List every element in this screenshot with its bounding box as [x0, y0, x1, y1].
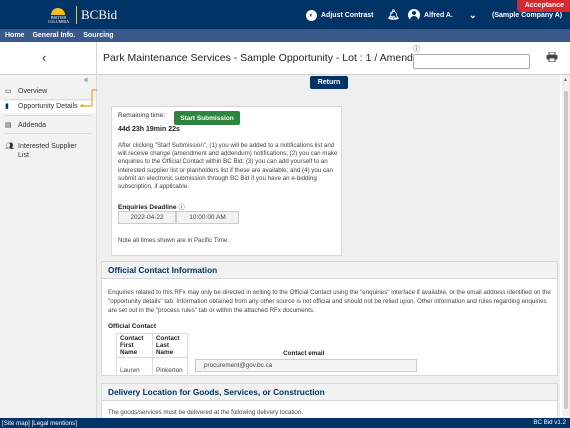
- delivery-location-heading: Delivery Location for Goods, Services, o…: [102, 384, 557, 401]
- search-input[interactable]: [413, 54, 530, 69]
- nav-general-info[interactable]: General Info.: [32, 32, 75, 39]
- bell-icon[interactable]: 🔔︎: [387, 8, 400, 22]
- contact-table: Contact First Name Contact Last Name Con…: [116, 333, 421, 376]
- submission-instructions: After clicking "Start Submission", (1) y…: [118, 142, 338, 191]
- enquiries-deadline-label: Enquiries Deadline ⓘ: [118, 204, 185, 211]
- official-contact-heading: Official Contact Information: [102, 262, 557, 279]
- column-header-first-name: Contact First Name: [116, 333, 153, 358]
- start-submission-button[interactable]: Start Submission: [174, 111, 240, 125]
- return-button[interactable]: Return: [310, 76, 348, 89]
- contact-first-name: Lauren: [116, 357, 153, 376]
- sidebar-item-addenda[interactable]: ▤ Addenda: [0, 121, 96, 130]
- addenda-icon: ▤: [5, 122, 12, 129]
- user-menu[interactable]: Alfred A.: [408, 8, 453, 22]
- main-content: Return Remaining time: Start Submission …: [97, 75, 560, 418]
- remaining-time-label: Remaining time:: [118, 112, 165, 119]
- delivery-location-description: The goods/services must be delivered at …: [108, 409, 304, 416]
- sidebar-item-interested-supplier-list[interactable]: 👥︎ Interested Supplier List: [0, 142, 82, 160]
- page-title: Park Maintenance Services - Sample Oppor…: [103, 52, 451, 64]
- main-nav: Home General Info. Sourcing: [0, 29, 570, 42]
- user-icon: [408, 9, 420, 21]
- monitor-icon: ▭: [5, 88, 12, 95]
- adjust-contrast-button[interactable]: ◐ Adjust Contrast: [306, 8, 374, 22]
- logo-app-name: BCBid: [81, 7, 118, 22]
- sidebar: « ▭ Overview ▮ Opportunity Details ▤ Add…: [0, 75, 96, 418]
- chevron-down-icon[interactable]: ⌄: [469, 8, 477, 22]
- deadline-time-field: 10:00:00 AM: [176, 211, 239, 224]
- deadline-date-field: 2022-04-22: [118, 211, 176, 224]
- nav-sourcing[interactable]: Sourcing: [83, 32, 113, 39]
- print-icon[interactable]: [546, 52, 558, 62]
- scrollbar-thumb[interactable]: [564, 91, 568, 409]
- vertical-scrollbar[interactable]: ▲: [562, 75, 570, 418]
- official-contact-subheading: Official Contact: [108, 323, 157, 330]
- footer-links[interactable]: [Site map] [Legal mentions]: [2, 420, 77, 427]
- environment-badge: Acceptance: [516, 0, 570, 12]
- nav-home[interactable]: Home: [5, 32, 24, 39]
- title-row: ‹ Park Maintenance Services - Sample Opp…: [0, 42, 570, 75]
- bc-crest-icon: BRITISH COLUMBIA: [44, 6, 72, 24]
- footer: [Site map] [Legal mentions] BC Bid v1.2: [0, 418, 570, 428]
- info-icon[interactable]: ⓘ: [413, 44, 420, 54]
- official-contact-description: Enquiries related to this RFx may only b…: [108, 289, 551, 314]
- contact-email-field: procurement@gov.bc.ca: [195, 358, 417, 372]
- remaining-time-value: 44d 23h 19min 22s: [118, 126, 180, 133]
- bc-bid-logo[interactable]: BRITISH COLUMBIA BCBid: [44, 5, 117, 25]
- submission-card: Remaining time: Start Submission 44d 23h…: [111, 106, 342, 256]
- column-header-last-name: Contact Last Name: [152, 333, 188, 358]
- document-icon: ▮: [5, 103, 9, 110]
- contact-last-name: Pinkerton: [152, 357, 188, 376]
- users-icon: 👥︎: [5, 143, 14, 150]
- back-arrow-icon[interactable]: ‹: [42, 50, 46, 65]
- info-icon[interactable]: ⓘ: [178, 204, 185, 211]
- official-contact-card: Official Contact Information Enquiries r…: [101, 261, 558, 376]
- table-row: Lauren Pinkerton procurement@gov.bc.ca: [116, 357, 421, 376]
- contrast-icon: ◐: [306, 9, 317, 21]
- scroll-up-icon[interactable]: ▲: [563, 77, 568, 83]
- app-version: BC Bid v1.2: [533, 419, 566, 426]
- collapse-sidebar-icon[interactable]: «: [84, 75, 88, 84]
- delivery-location-card: Delivery Location for Goods, Services, o…: [101, 383, 558, 418]
- timezone-note: Note all times shown are in Pacific Time…: [118, 237, 230, 244]
- column-header-email: Contact email: [283, 349, 325, 357]
- top-header: BRITISH COLUMBIA BCBid ◐ Adjust Contrast …: [0, 0, 570, 29]
